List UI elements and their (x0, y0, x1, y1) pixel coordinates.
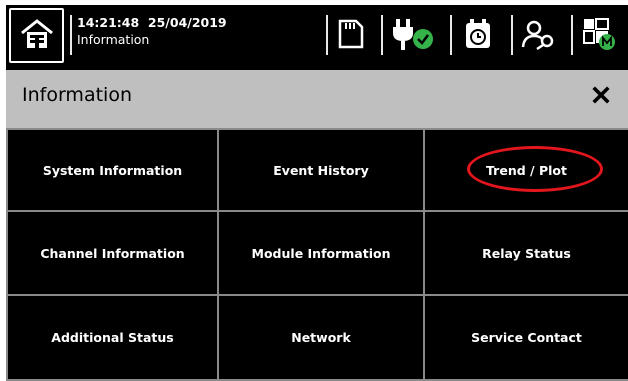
menu-item-additional-status[interactable]: Additional Status (6, 296, 219, 381)
clock-readout: 14:21:48 25/04/2019 Information (77, 14, 227, 48)
sd-card-icon (338, 19, 364, 53)
menu-item-label: Module Information (251, 245, 391, 261)
information-menu: System Information Event History Trend /… (6, 128, 628, 381)
menu-item-label: Relay Status (482, 245, 571, 261)
menu-item-module-information[interactable]: Module Information (219, 212, 425, 296)
menu-item-service-contact[interactable]: Service Contact (425, 296, 628, 381)
separator (326, 15, 328, 55)
home-icon (20, 18, 54, 54)
menu-item-trend-plot[interactable]: Trend / Plot (425, 128, 628, 212)
date-text: 25/04/2019 (147, 15, 227, 30)
menu-item-channel-information[interactable]: Channel Information (6, 212, 219, 296)
close-button[interactable] (590, 86, 612, 108)
separator (70, 15, 72, 55)
menu-item-label: Service Contact (471, 330, 582, 345)
power-status-button[interactable] (388, 15, 438, 57)
separator (571, 15, 573, 55)
menu-item-label: Trend / Plot (486, 162, 567, 178)
separator (511, 15, 513, 55)
sd-card-button[interactable] (331, 15, 371, 57)
close-icon (592, 86, 610, 108)
menu-item-label: Event History (273, 162, 369, 178)
user-key-icon (521, 18, 555, 54)
screen-name: Information (77, 32, 150, 47)
schedule-button[interactable] (458, 15, 498, 57)
menu-item-event-history[interactable]: Event History (219, 128, 425, 212)
menu-item-label: Channel Information (40, 245, 185, 261)
menu-item-label: Network (291, 330, 351, 345)
page-header: Information (6, 70, 628, 128)
app-frame: 14:21:48 25/04/2019 Information Informat… (6, 5, 628, 381)
separator (450, 15, 452, 55)
menu-item-label: Additional Status (51, 330, 174, 345)
user-access-button[interactable] (518, 15, 558, 57)
modules-button[interactable] (579, 15, 619, 57)
page-title: Information (22, 84, 132, 106)
status-bar: 14:21:48 25/04/2019 Information (6, 5, 628, 68)
time-text: 14:21:48 (77, 15, 140, 30)
module-grid-icon (582, 17, 616, 55)
menu-item-system-information[interactable]: System Information (6, 128, 219, 212)
alarm-clock-icon (463, 18, 493, 54)
menu-item-relay-status[interactable]: Relay Status (425, 212, 628, 296)
power-plug-ok-icon (390, 17, 436, 55)
separator (381, 15, 383, 55)
menu-item-label: System Information (42, 162, 183, 178)
home-button[interactable] (9, 8, 64, 63)
menu-item-network[interactable]: Network (219, 296, 425, 381)
